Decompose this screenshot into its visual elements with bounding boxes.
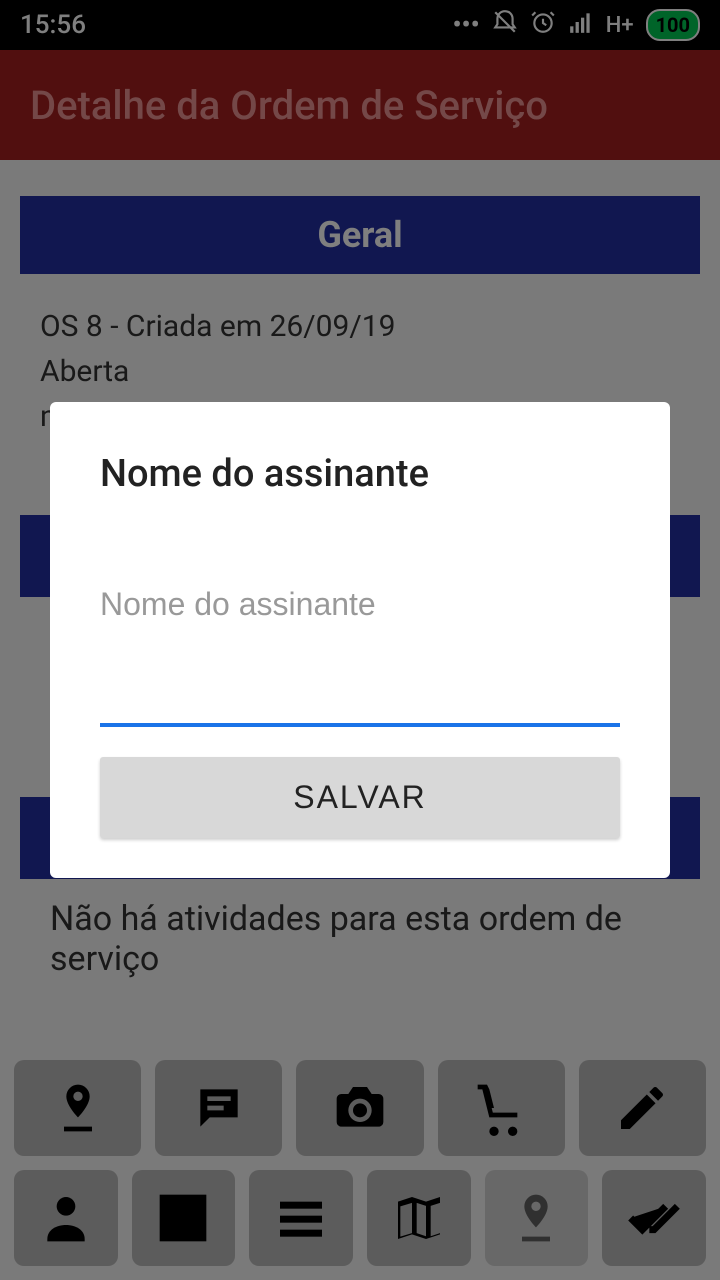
signer-name-input[interactable] xyxy=(100,516,620,727)
save-button[interactable]: SALVAR xyxy=(100,757,620,838)
signer-name-dialog: Nome do assinante SALVAR xyxy=(50,402,670,878)
modal-overlay[interactable]: Nome do assinante SALVAR xyxy=(0,0,720,1280)
dialog-title: Nome do assinante xyxy=(100,452,620,496)
